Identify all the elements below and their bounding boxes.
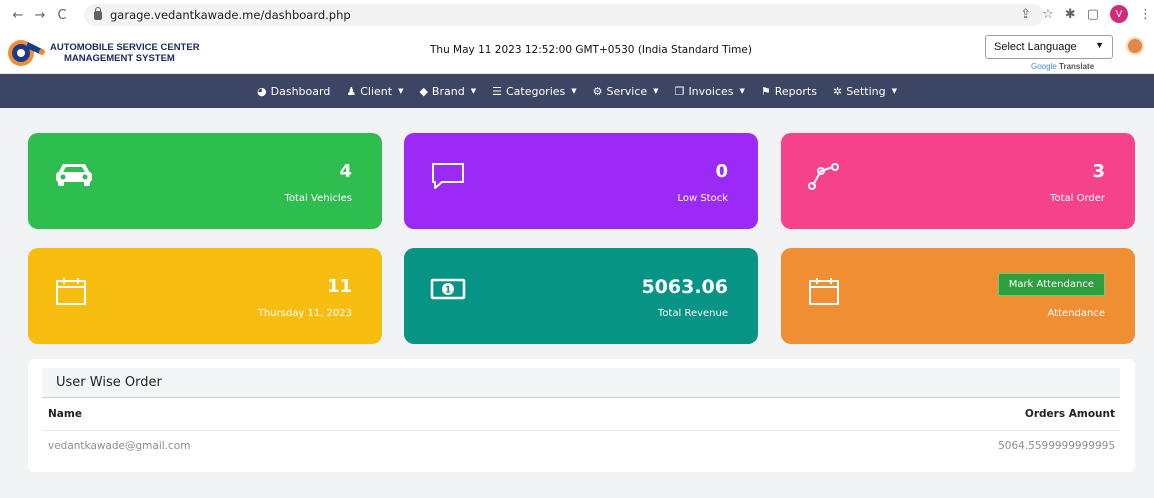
caret-down-icon: ▼ [653, 87, 659, 95]
language-select-value: Select Language [994, 41, 1077, 53]
comment-icon [432, 163, 464, 189]
star-icon[interactable]: ☆ [1042, 7, 1054, 22]
address-bar[interactable]: garage.vedantkawade.me/dashboard.php [84, 4, 1044, 26]
user-avatar[interactable] [1126, 37, 1144, 55]
low-stock-count: 0 [715, 161, 728, 182]
lock-icon [94, 6, 102, 20]
calendar-icon [809, 278, 839, 305]
dashboard-icon: ◕ [257, 84, 267, 98]
column-header-name: Name [48, 408, 82, 420]
list-icon: ☰ [492, 84, 502, 98]
card-attendance: Mark Attendance Attendance [781, 248, 1135, 344]
chevron-down-icon: ▼ [1095, 40, 1104, 50]
money-icon: 1 [430, 278, 466, 300]
browser-toolbar: ← → C garage.vedantkawade.me/dashboard.p… [0, 0, 1154, 30]
date-day: 11 [326, 276, 352, 297]
nav-brand[interactable]: ◆ Brand ▼ [419, 85, 476, 98]
card-date[interactable]: 11 Thursday 11, 2023 [28, 248, 382, 344]
orders-count: 3 [1092, 161, 1105, 182]
nav-dashboard[interactable]: ◕ Dashboard [257, 85, 330, 98]
card-low-stock[interactable]: 0 Low Stock [404, 133, 758, 229]
url-text: garage.vedantkawade.me/dashboard.php [110, 8, 351, 22]
svg-text:1: 1 [445, 286, 451, 296]
sidepanel-icon[interactable]: ▢ [1087, 7, 1099, 22]
share-icon[interactable]: ⇪ [1020, 7, 1031, 22]
caret-down-icon: ▼ [891, 87, 897, 95]
share-icon [808, 163, 839, 190]
card-total-order[interactable]: 3 Total Order [781, 133, 1135, 229]
reload-button[interactable]: C [52, 5, 72, 25]
nav-setting[interactable]: ✲ Setting ▼ [833, 85, 897, 98]
mark-attendance-button[interactable]: Mark Attendance [997, 273, 1105, 296]
nav-categories[interactable]: ☰ Categories ▼ [492, 85, 577, 98]
brand-line1: AUTOMOBILE SERVICE CENTER [50, 42, 200, 53]
gears-icon: ⚙ [592, 84, 603, 98]
low-stock-label: Low Stock [677, 193, 728, 204]
logo-icon [8, 40, 45, 66]
current-datetime: Thu May 11 2023 12:52:00 GMT+0530 (India… [430, 44, 752, 56]
vehicles-label: Total Vehicles [284, 193, 352, 204]
google-translate-credit[interactable]: Google Translate [1031, 62, 1094, 71]
car-icon [56, 164, 92, 186]
revenue-label: Total Revenue [657, 308, 728, 319]
brand-title[interactable]: AUTOMOBILE SERVICE CENTER MANAGEMENT SYS… [50, 42, 200, 64]
app-header: AUTOMOBILE SERVICE CENTER MANAGEMENT SYS… [0, 30, 1154, 74]
column-header-amount: Orders Amount [1024, 408, 1115, 420]
profile-avatar[interactable]: V [1110, 5, 1128, 23]
back-button[interactable]: ← [8, 5, 28, 25]
forward-button[interactable]: → [30, 5, 50, 25]
nav-service[interactable]: ⚙ Service ▼ [593, 85, 659, 98]
language-select[interactable]: Select Language ▼ [985, 35, 1113, 59]
table-divider [42, 430, 1120, 431]
table-row-name: vedantkawade@gmail.com [48, 440, 191, 452]
main-navbar: ◕ Dashboard ♟ Client ▼ ◆ Brand ▼ ☰ Categ… [0, 74, 1154, 108]
extensions-icon[interactable]: ✱ [1065, 7, 1076, 22]
user-wise-order-panel: User Wise Order Name Orders Amount vedan… [28, 359, 1135, 472]
vehicles-count: 4 [339, 161, 352, 182]
card-total-vehicles[interactable]: 4 Total Vehicles [28, 133, 382, 229]
menu-icon[interactable]: ⋮ [1139, 7, 1152, 22]
panel-title: User Wise Order [42, 368, 1120, 398]
nav-invoices[interactable]: ❐ Invoices ▼ [675, 85, 745, 98]
user-icon: ♟ [346, 84, 357, 98]
caret-down-icon: ▼ [398, 87, 404, 95]
brand-line2: MANAGEMENT SYSTEM [64, 53, 175, 64]
card-total-revenue[interactable]: 1 5063.06 Total Revenue [404, 248, 758, 344]
nav-reports[interactable]: ⚑ Reports [761, 85, 817, 98]
invoice-icon: ❐ [674, 84, 685, 98]
calendar-icon [56, 278, 86, 305]
gear-icon: ✲ [832, 84, 843, 98]
table-row-amount: 5064.5599999999995 [998, 440, 1115, 452]
caret-down-icon: ▼ [470, 87, 477, 95]
flag-icon: ⚑ [760, 84, 771, 98]
revenue-amount: 5063.06 [641, 276, 728, 298]
orders-label: Total Order [1050, 193, 1105, 204]
date-label: Thursday 11, 2023 [257, 308, 352, 319]
caret-down-icon: ▼ [571, 87, 577, 95]
tag-icon: ◆ [419, 84, 428, 98]
caret-down-icon: ▼ [739, 87, 745, 95]
attendance-label: Attendance [1047, 308, 1105, 319]
nav-client[interactable]: ♟ Client ▼ [346, 85, 403, 98]
